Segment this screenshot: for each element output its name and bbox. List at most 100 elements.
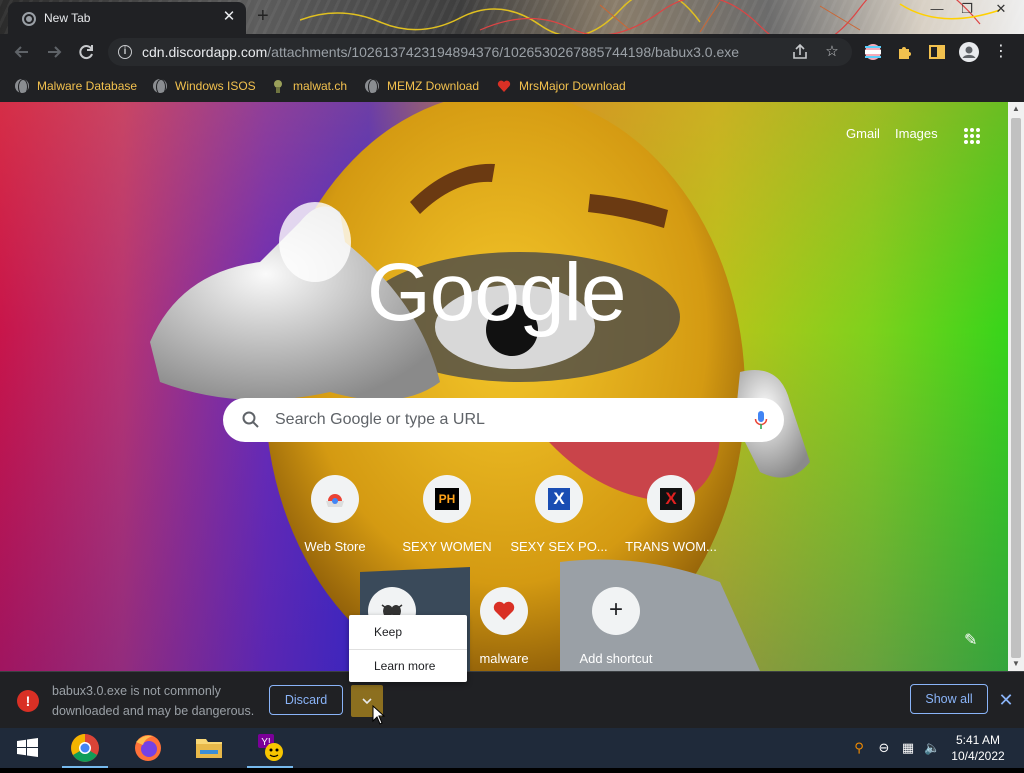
url-path: /attachments/1026137423194894376/1026530… (267, 44, 740, 60)
chrome-icon (71, 734, 99, 762)
images-link[interactable]: Images (895, 126, 938, 141)
scroll-down-icon[interactable]: ▼ (1008, 657, 1024, 671)
windows-start-icon (17, 738, 38, 757)
heart-icon (480, 587, 528, 635)
plus-icon-text: + (608, 596, 623, 623)
gmail-link[interactable]: Gmail (846, 126, 880, 141)
scroll-up-icon[interactable]: ▲ (1008, 102, 1024, 116)
restore-button[interactable]: ❐ (950, 0, 984, 18)
globe-icon (153, 79, 167, 95)
share-icon[interactable] (790, 42, 810, 62)
bookmark-mrsmajor-download[interactable]: MrsMajor Download (497, 76, 626, 96)
bookmark-label: malwat.ch (293, 79, 348, 93)
shortcut-label: SEXY SEX PO... (510, 539, 608, 554)
system-clock[interactable]: 5:41 AM 10/4/2022 (942, 732, 1014, 764)
show-all-button[interactable]: Show all (910, 684, 988, 714)
shortcut-trans-wom[interactable]: X TRANS WOM... (615, 475, 727, 554)
close-window-button[interactable]: ✕ (984, 0, 1018, 18)
customize-pencil-icon[interactable]: ✎ (964, 630, 977, 650)
windows-start-button[interactable] (0, 728, 54, 768)
chrome-webstore-icon (311, 475, 359, 523)
theme-scribble (300, 0, 1001, 34)
tab-title: New Tab (44, 11, 91, 25)
x-red-icon: X (647, 475, 695, 523)
search-icon (242, 411, 259, 428)
url-host: cdn.discordapp.com (142, 44, 268, 60)
search-tray-icon[interactable]: ⚲ (851, 740, 867, 756)
discard-button[interactable]: Discard (269, 685, 343, 715)
plus-icon: + (592, 587, 640, 635)
language-tray-icon[interactable]: ⊖ (876, 740, 892, 756)
clock-date: 10/4/2022 (951, 749, 1005, 763)
taskbar-chrome[interactable] (58, 728, 112, 768)
extensions-puzzle-icon[interactable] (894, 41, 916, 63)
bookmark-label: MEMZ Download (387, 79, 480, 93)
forward-arrow-icon (48, 46, 62, 58)
close-shelf-icon[interactable]: ✕ (996, 688, 1016, 712)
menu-item-keep[interactable]: Keep (349, 617, 467, 647)
ph-icon-text: PH (435, 488, 459, 510)
shortcut-add[interactable]: + Add shortcut (560, 587, 672, 666)
bookmark-label: Windows ISOS (175, 79, 256, 93)
bookmark-star-icon[interactable]: ☆ (822, 42, 842, 62)
search-box[interactable] (223, 398, 784, 442)
reload-button[interactable] (74, 40, 98, 64)
profile-avatar-icon[interactable] (958, 41, 980, 63)
tab-strip: New Tab ✕ + — ❐ ✕ (0, 0, 1024, 34)
heart-icon (497, 80, 511, 92)
minimize-button[interactable]: — (920, 0, 954, 18)
bookmark-label: MrsMajor Download (519, 79, 626, 93)
network-tray-icon[interactable]: ▦ (900, 740, 916, 756)
globe-icon (15, 79, 29, 95)
x-red-icon-text: X (660, 488, 682, 510)
side-panel-icon[interactable] (926, 41, 948, 63)
taskbar-yahoo-messenger[interactable]: Y! (243, 728, 297, 768)
google-apps-grid-icon[interactable] (962, 126, 982, 146)
taskbar-file-explorer[interactable] (182, 728, 236, 768)
bookmarks-bar: Malware Database Windows ISOS malwat.ch … (0, 70, 1024, 102)
back-button[interactable] (10, 40, 34, 64)
clock-time: 5:41 AM (955, 733, 1001, 747)
profile-flag-icon[interactable] (862, 41, 884, 63)
taskbar-firefox[interactable] (121, 728, 175, 768)
bookmark-malwatch[interactable]: malwat.ch (271, 76, 347, 96)
new-tab-button[interactable]: + (257, 4, 269, 28)
shortcut-label: TRANS WOM... (625, 539, 717, 554)
bookmark-malware-database[interactable]: Malware Database (15, 76, 137, 96)
shortcut-sexy-women[interactable]: PH SEXY WOMEN (391, 475, 503, 554)
bookmark-label: Malware Database (37, 79, 138, 93)
shortcut-label: Web Store (304, 539, 366, 554)
menu-divider (349, 649, 467, 650)
browser-toolbar: i cdn.discordapp.com/attachments/1026137… (0, 34, 1024, 70)
tab-close-icon[interactable]: ✕ (220, 8, 238, 26)
back-arrow-icon (14, 46, 28, 58)
site-info-icon[interactable]: i (118, 45, 132, 59)
search-input[interactable] (273, 405, 733, 435)
x-site-icon-text: X (548, 488, 570, 510)
menu-item-learn-more[interactable]: Learn more (349, 651, 467, 681)
shortcut-web-store[interactable]: Web Store (279, 475, 391, 554)
tab-new-tab[interactable]: New Tab ✕ (8, 2, 246, 34)
ph-icon: PH (423, 475, 471, 523)
microphone-icon[interactable] (754, 410, 768, 430)
download-warning-message: babux3.0.exe is not commonly downloaded … (52, 684, 255, 718)
download-options-menu: Keep Learn more (349, 615, 467, 682)
reload-icon (79, 45, 93, 60)
volume-tray-icon[interactable]: 🔈 (924, 740, 940, 756)
menu-kebab-icon[interactable]: ⋮ (992, 41, 1010, 63)
address-bar[interactable]: i cdn.discordapp.com/attachments/1026137… (108, 38, 852, 66)
firefox-icon (135, 735, 161, 761)
file-explorer-icon (196, 739, 222, 758)
shortcut-sexy-sex-po[interactable]: X SEXY SEX PO... (503, 475, 615, 554)
bookmark-memz-download[interactable]: MEMZ Download (365, 76, 479, 96)
globe-icon (365, 79, 379, 95)
windows-taskbar: Y! ⚲ ⊖ ▦ 🔈 5:41 AM 10/4/2022 (0, 728, 1024, 768)
bookmark-windows-isos[interactable]: Windows ISOS (153, 76, 256, 96)
page-scrollbar[interactable]: ▲ ▼ (1008, 102, 1024, 671)
forward-button[interactable] (42, 40, 66, 64)
shortcut-label: SEXY WOMEN (402, 539, 492, 554)
download-shelf: ! babux3.0.exe is not commonly downloade… (0, 671, 1024, 728)
scrollbar-thumb[interactable] (1011, 118, 1021, 658)
google-logo: Google (367, 247, 626, 338)
new-tab-favicon-icon (22, 12, 36, 26)
